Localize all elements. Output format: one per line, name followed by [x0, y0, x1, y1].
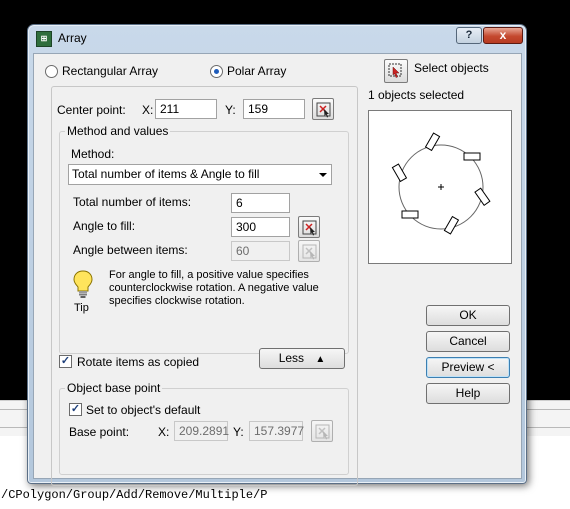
method-dropdown-value: Total number of items & Angle to fill — [72, 167, 260, 181]
method-label: Method: — [71, 147, 115, 161]
dialog-title: Array — [58, 31, 87, 45]
total-items-input[interactable]: 6 — [231, 193, 290, 213]
center-point-label: Center point: — [57, 103, 126, 117]
cancel-button[interactable]: Cancel — [426, 331, 510, 352]
preview-button[interactable]: Preview < — [426, 357, 510, 378]
base-point-label: Base point: — [69, 425, 130, 439]
default-base-point-label[interactable]: Set to object's default — [86, 403, 200, 417]
help-title-button[interactable]: ? — [456, 27, 482, 44]
angle-between-input: 60 — [231, 241, 290, 261]
chevron-down-icon — [319, 173, 327, 177]
base-y-input: 157.3977 — [249, 421, 304, 441]
pick-point-icon — [316, 102, 331, 118]
pick-angle-fill-button[interactable] — [298, 216, 320, 238]
base-x-label: X: — [158, 425, 170, 439]
rectangular-array-radio[interactable] — [45, 65, 58, 78]
lightbulb-icon — [73, 270, 93, 298]
pick-center-point-button[interactable] — [312, 98, 334, 120]
polar-array-radio[interactable] — [210, 65, 223, 78]
pick-angle-icon — [302, 220, 317, 236]
angle-between-label: Angle between items: — [73, 243, 188, 257]
rotate-items-label[interactable]: Rotate items as copied — [77, 355, 199, 369]
close-button[interactable]: x — [483, 27, 523, 44]
angle-fill-label: Angle to fill: — [73, 219, 136, 233]
collapse-up-icon: ▲ — [315, 354, 326, 365]
pick-angle-disabled-icon — [302, 244, 317, 260]
ok-button[interactable]: OK — [426, 305, 510, 326]
dialog-client-area: Rectangular Array Polar Array Select obj… — [33, 53, 522, 486]
default-base-point-checkbox[interactable]: ✓ — [69, 403, 82, 416]
polar-array-label[interactable]: Polar Array — [227, 64, 286, 78]
array-app-icon: ⊞ — [36, 31, 52, 47]
center-x-label: X: — [142, 103, 154, 117]
rotate-items-checkbox[interactable]: ✓ — [59, 355, 72, 368]
select-objects-button[interactable] — [384, 59, 408, 83]
tip-label: Tip — [74, 302, 89, 314]
rectangular-array-label[interactable]: Rectangular Array — [62, 64, 158, 78]
select-objects-icon — [388, 63, 402, 78]
dialog-titlebar[interactable]: ⊞ Array ? x — [28, 25, 526, 51]
select-objects-label: Select objects — [414, 61, 489, 75]
center-x-input[interactable]: 211 — [155, 99, 217, 119]
angle-fill-input[interactable]: 300 — [231, 217, 290, 237]
base-y-label: Y: — [233, 425, 244, 439]
method-values-title: Method and values — [65, 124, 171, 138]
polar-array-preview-graphic — [391, 132, 491, 235]
pick-angle-between-button — [298, 240, 320, 262]
object-base-point-title: Object base point — [65, 381, 163, 395]
total-items-label: Total number of items: — [73, 195, 192, 209]
help-button[interactable]: Help — [426, 383, 510, 404]
center-y-label: Y: — [225, 103, 236, 117]
pick-point-disabled-icon — [315, 424, 330, 440]
command-line-text: /CPolygon/Group/Add/Remove/Multiple/P — [1, 488, 268, 502]
method-dropdown[interactable]: Total number of items & Angle to fill — [68, 164, 332, 185]
array-preview — [368, 110, 512, 264]
objects-selected-status: 1 objects selected — [368, 88, 465, 102]
base-x-input: 209.2891 — [174, 421, 229, 441]
center-y-input[interactable]: 159 — [243, 99, 305, 119]
less-button[interactable]: Less ▲ — [259, 348, 345, 369]
less-button-label: Less — [278, 351, 305, 365]
pick-base-point-button — [311, 420, 333, 442]
array-dialog: ⊞ Array ? x Rectangular Array Polar Arra… — [27, 24, 527, 486]
tip-text: For angle to fill, a positive value spec… — [109, 269, 319, 307]
